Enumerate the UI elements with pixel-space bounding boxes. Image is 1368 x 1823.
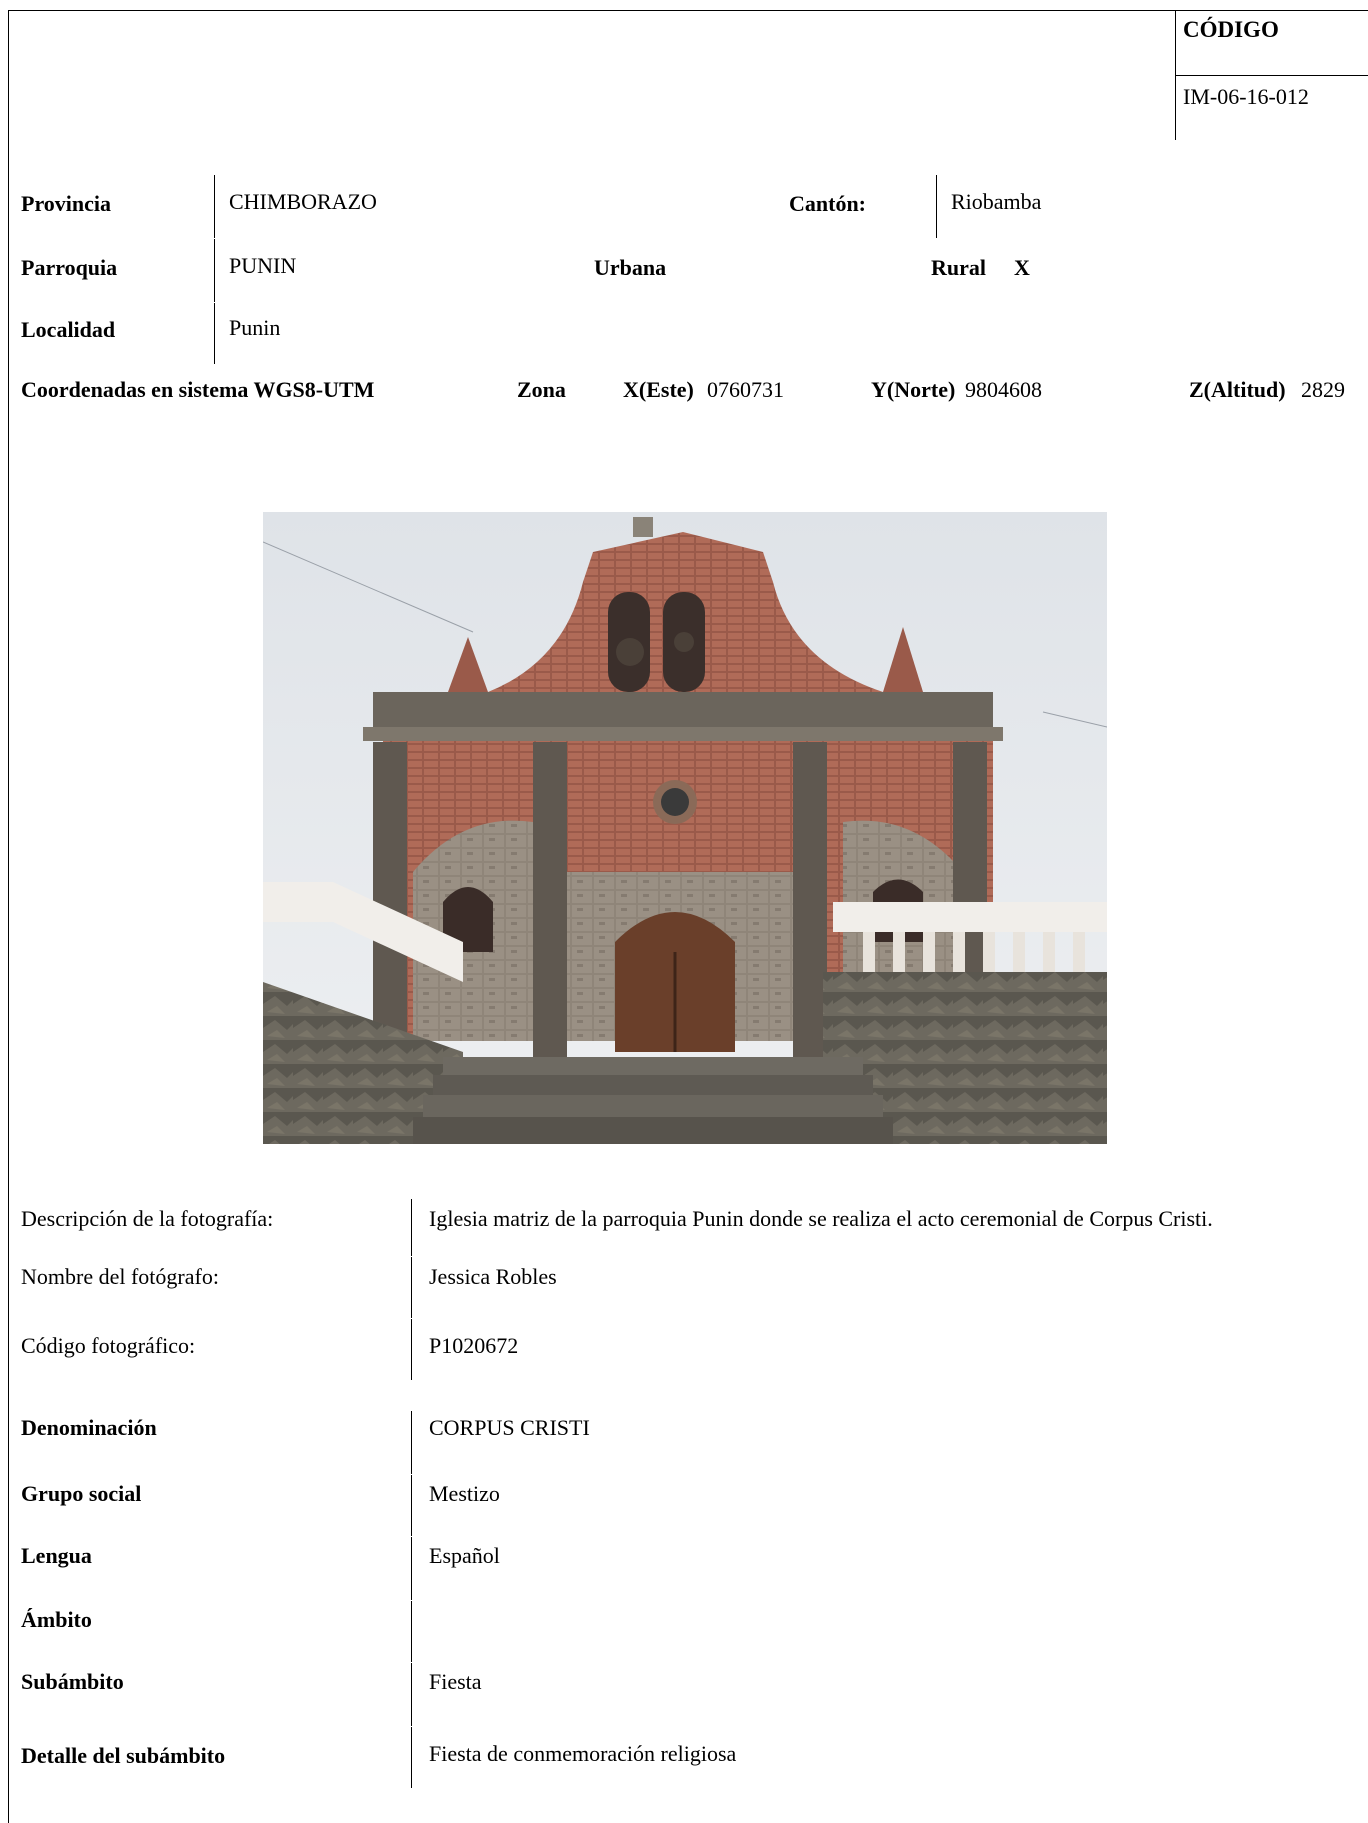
photographer-label: Nombre del fotógrafo:: [21, 1264, 219, 1289]
identification-value: Mestizo: [429, 1481, 500, 1506]
z-label: Z(Altitud): [1189, 377, 1286, 402]
x-label: X(Este): [623, 377, 694, 402]
y-label: Y(Norte): [871, 377, 956, 402]
reference-photo: [263, 512, 1107, 1144]
canton-value: Riobamba: [951, 189, 1042, 214]
section-64-title: 64. DATOS DE LOCALIZACIÓN: [23, 143, 361, 168]
section-65-title: 65. FOTOGRAFIA REFERENCIAL: [23, 439, 385, 464]
x-value: 0760731: [707, 377, 784, 402]
photo-description-label: Descripción de la fotografía:: [21, 1206, 274, 1231]
y-value: 9804608: [965, 377, 1042, 402]
photographer-value: Jessica Robles: [429, 1264, 557, 1289]
rural-label: Rural: [931, 255, 986, 280]
parroquia-value: PUNIN: [229, 253, 297, 278]
section-66-title: 66. DATOS DE IDENTIFICACIÓN: [23, 1381, 377, 1406]
identification-value: CORPUS CRISTI: [429, 1415, 590, 1440]
canton-label: Cantón:: [789, 191, 867, 216]
zona-label: Zona: [517, 377, 566, 402]
identification-value: Fiesta: [429, 1669, 482, 1694]
identification-label: Subámbito: [21, 1669, 124, 1694]
identification-label: Ámbito: [21, 1607, 92, 1632]
provincia-value: CHIMBORAZO: [229, 189, 377, 214]
localidad-label: Localidad: [21, 317, 116, 342]
identification-label: Denominación: [21, 1415, 157, 1440]
identification-label: Lengua: [21, 1543, 92, 1568]
identification-value: Español: [429, 1543, 500, 1568]
photo-code-label: Código fotográfico:: [21, 1333, 196, 1358]
code-value: IM-06-16-012: [1183, 84, 1309, 109]
urbana-label: Urbana: [594, 255, 667, 280]
identification-label: Detalle del subámbito: [21, 1743, 226, 1768]
section-67-title: 67. DESCRIPCIÓN DE LA MANIFESTACIÓN: [23, 1791, 495, 1816]
photo-description-value: Iglesia matriz de la parroquia Punin don…: [429, 1206, 1213, 1231]
coords-label: Coordenadas en sistema WGS8-UTM: [21, 377, 375, 402]
localidad-value: Punin: [229, 315, 281, 340]
photo-code-value: P1020672: [429, 1333, 519, 1358]
identification-value: Fiesta de conmemoración religiosa: [429, 1741, 737, 1766]
provincia-label: Provincia: [21, 191, 112, 216]
code-label: CÓDIGO: [1183, 17, 1279, 42]
parroquia-label: Parroquia: [21, 255, 118, 280]
z-value: 2829: [1301, 377, 1345, 402]
rural-mark: X: [1014, 255, 1030, 280]
identification-label: Grupo social: [21, 1481, 142, 1506]
